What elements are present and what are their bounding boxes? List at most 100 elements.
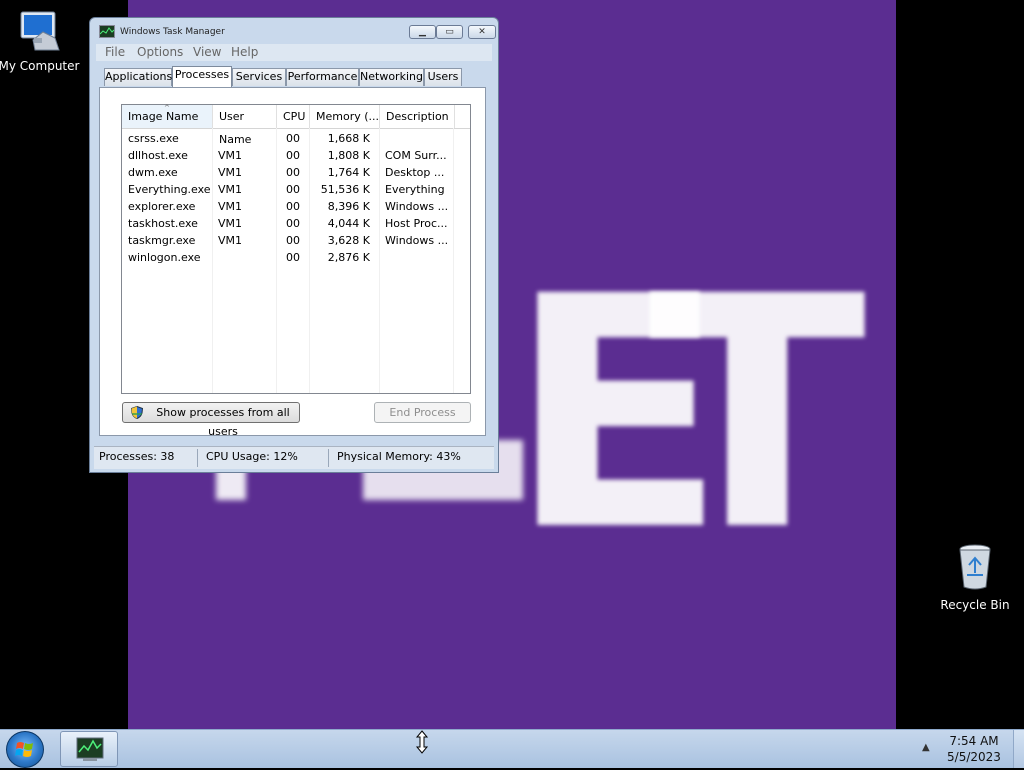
end-process-button[interactable]: End Process <box>374 402 471 423</box>
window-title: Windows Task Manager <box>120 27 225 37</box>
desktop-icon-label: Recycle Bin <box>940 598 1010 612</box>
tab-services[interactable]: Services <box>232 68 286 86</box>
cell-cpu: 00 <box>286 183 300 196</box>
uac-shield-icon <box>131 406 143 419</box>
column-description[interactable]: Description <box>380 105 455 128</box>
cell-description: COM Surr... <box>385 149 447 162</box>
column-user-name[interactable]: User Name <box>213 105 277 146</box>
maximize-icon: ▭ <box>445 27 454 37</box>
table-row[interactable]: winlogon.exe 00 2,876 K <box>122 249 470 266</box>
close-button[interactable]: ✕ <box>468 25 496 39</box>
taskbar: ▲ 7:54 AM 5/5/2023 <box>0 729 1024 768</box>
button-label: Show processes from all users <box>156 406 290 438</box>
cell-image-name: csrss.exe <box>128 132 179 145</box>
table-row[interactable]: explorer.exe VM1 00 8,396 K Windows ... <box>122 198 470 215</box>
computer-icon <box>20 11 60 51</box>
processes-panel: ^ Image Name User Name CPU Memory (... D… <box>99 87 486 438</box>
tab-users[interactable]: Users <box>424 68 462 86</box>
taskbar-clock[interactable]: 7:54 AM 5/5/2023 <box>942 733 1006 765</box>
cell-user-name: VM1 <box>218 183 243 196</box>
cell-memory: 4,044 K <box>327 217 370 230</box>
tab-processes[interactable]: Processes <box>172 66 232 87</box>
show-all-processes-button[interactable]: Show processes from all users <box>122 402 300 438</box>
title-bar[interactable]: Windows Task Manager ▁ ▭ ✕ <box>90 18 498 44</box>
table-row[interactable]: dllhost.exe VM1 00 1,808 K COM Surr... <box>122 147 470 164</box>
status-divider <box>328 449 329 467</box>
cell-user-name: VM1 <box>218 234 243 247</box>
cell-image-name: taskhost.exe <box>128 217 198 230</box>
desktop-icon-label: My Computer <box>0 59 80 73</box>
taskbar-task-manager-button[interactable] <box>60 731 118 767</box>
cell-description: Windows ... <box>385 200 449 213</box>
cell-image-name: dllhost.exe <box>128 149 188 162</box>
cell-cpu: 00 <box>286 234 300 247</box>
task-manager-window: Windows Task Manager ▁ ▭ ✕ File Options … <box>89 17 499 473</box>
status-bar: Processes: 38 CPU Usage: 12% Physical Me… <box>94 446 494 469</box>
minimize-icon: ▁ <box>419 27 426 37</box>
cell-user-name: VM1 <box>218 200 243 213</box>
cell-cpu: 00 <box>286 251 300 264</box>
cell-image-name: taskmgr.exe <box>128 234 196 247</box>
menu-help[interactable]: Help <box>231 45 258 59</box>
table-row[interactable]: taskmgr.exe VM1 00 3,628 K Windows ... <box>122 232 470 249</box>
cell-image-name: dwm.exe <box>128 166 178 179</box>
windows-logo-icon <box>15 742 33 757</box>
close-icon: ✕ <box>478 27 486 37</box>
cell-image-name: Everything.exe <box>128 183 211 196</box>
cell-cpu: 00 <box>286 149 300 162</box>
desktop-icon-my-computer[interactable]: My Computer <box>0 10 84 73</box>
cell-memory: 1,764 K <box>327 166 370 179</box>
cell-cpu: 00 <box>286 217 300 230</box>
recycle-bin-icon <box>959 544 991 590</box>
cell-image-name: winlogon.exe <box>128 251 201 264</box>
status-cpu-usage: CPU Usage: 12% <box>206 450 298 463</box>
cell-memory: 3,628 K <box>327 234 370 247</box>
maximize-button[interactable]: ▭ <box>436 25 463 39</box>
cell-user-name: VM1 <box>218 217 243 230</box>
status-divider <box>197 449 198 467</box>
cell-image-name: explorer.exe <box>128 200 196 213</box>
tab-performance[interactable]: Performance <box>286 68 359 86</box>
show-desktop-button[interactable] <box>1013 730 1024 768</box>
process-list[interactable]: ^ Image Name User Name CPU Memory (... D… <box>121 104 471 394</box>
menu-view[interactable]: View <box>193 45 221 59</box>
table-row[interactable]: taskhost.exe VM1 00 4,044 K Host Proc... <box>122 215 470 232</box>
table-row[interactable]: dwm.exe VM1 00 1,764 K Desktop ... <box>122 164 470 181</box>
cell-memory: 51,536 K <box>320 183 370 196</box>
column-memory[interactable]: Memory (... <box>310 105 380 128</box>
menu-bar: File Options View Help <box>96 44 492 61</box>
desktop-icon-recycle-bin[interactable]: Recycle Bin <box>930 543 1020 612</box>
tab-networking[interactable]: Networking <box>359 68 424 86</box>
task-manager-icon <box>99 25 115 38</box>
minimize-button[interactable]: ▁ <box>409 25 436 39</box>
task-manager-icon <box>76 737 104 761</box>
cell-description: Everything <box>385 183 445 196</box>
cell-cpu: 00 <box>286 200 300 213</box>
cell-description: Windows ... <box>385 234 449 247</box>
cell-user-name: VM1 <box>218 149 243 162</box>
status-physical-memory: Physical Memory: 43% <box>337 450 461 463</box>
clock-time: 7:54 AM <box>949 734 999 748</box>
cell-description: Host Proc... <box>385 217 448 230</box>
cell-description: Desktop ... <box>385 166 445 179</box>
show-hidden-icons-icon[interactable]: ▲ <box>922 742 930 753</box>
status-processes: Processes: 38 <box>99 450 175 463</box>
menu-file[interactable]: File <box>105 45 125 59</box>
cell-cpu: 00 <box>286 132 300 145</box>
start-button[interactable] <box>6 731 44 768</box>
cell-memory: 8,396 K <box>327 200 370 213</box>
column-image-name[interactable]: ^ Image Name <box>122 104 213 128</box>
cell-memory: 1,808 K <box>327 149 370 162</box>
resize-cursor-icon <box>415 730 429 754</box>
table-row[interactable]: Everything.exe VM1 00 51,536 K Everything <box>122 181 470 198</box>
sort-ascending-icon: ^ <box>164 104 170 112</box>
cell-memory: 1,668 K <box>327 132 370 145</box>
wallpaper-letter-t: T <box>648 229 867 601</box>
menu-options[interactable]: Options <box>137 45 183 59</box>
cell-cpu: 00 <box>286 166 300 179</box>
cell-memory: 2,876 K <box>327 251 370 264</box>
tab-applications[interactable]: Applications <box>104 68 172 86</box>
table-row[interactable]: csrss.exe 00 1,668 K <box>122 130 470 147</box>
column-cpu[interactable]: CPU <box>277 105 310 128</box>
clock-date: 5/5/2023 <box>947 750 1001 764</box>
